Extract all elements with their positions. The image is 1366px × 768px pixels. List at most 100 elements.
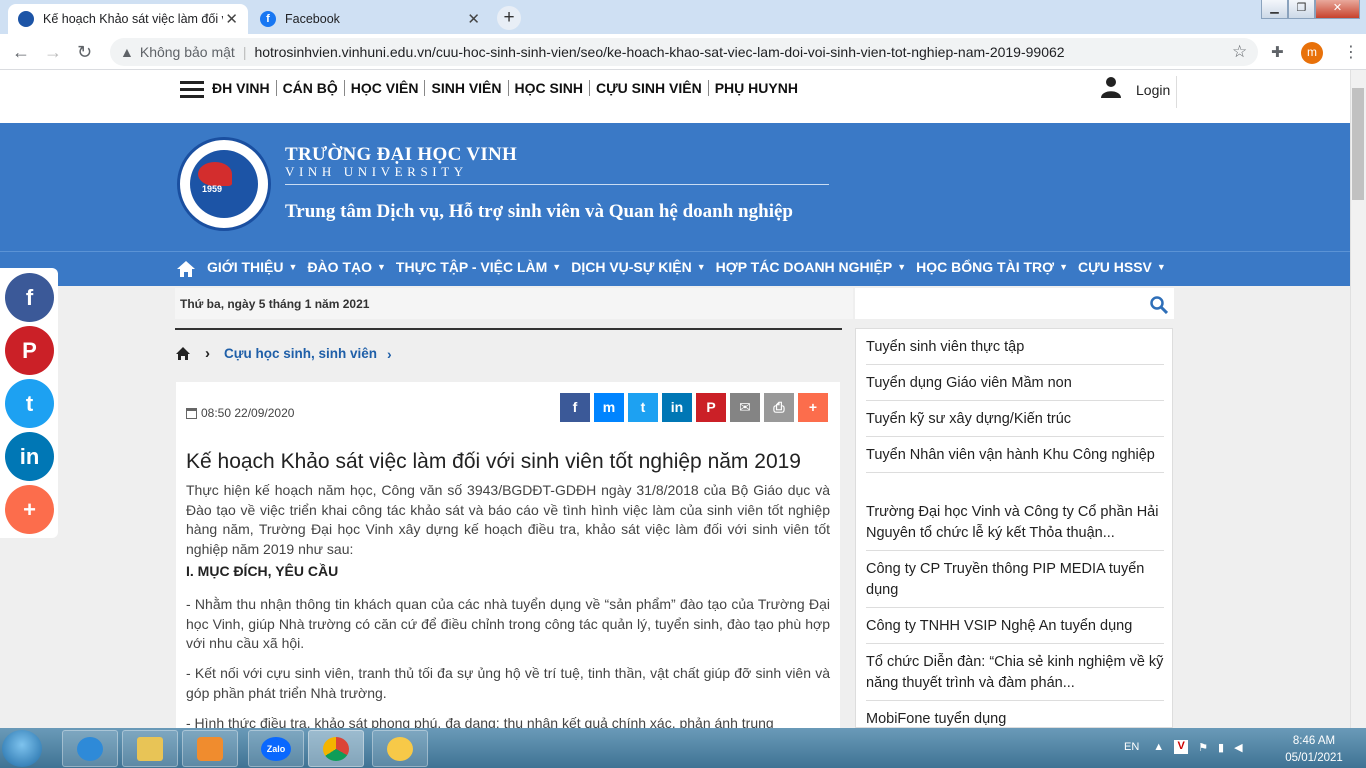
print-icon[interactable]: ⎙ — [764, 393, 794, 422]
taskbar-app-chrome[interactable] — [308, 730, 364, 767]
sidebar-link[interactable]: Tổ chức Diễn đàn: “Chia sẻ kinh nghiệm v… — [866, 652, 1164, 701]
facebook-icon[interactable]: f — [560, 393, 590, 422]
browser-toolbar: ← → ↻ ▲ Không bảo mật | hotrosinhvien.vi… — [0, 34, 1366, 70]
main-menu-item[interactable]: HỌC BỔNG TÀI TRỢ ▼ — [916, 259, 1068, 275]
email-icon[interactable]: ✉ — [730, 393, 760, 422]
url-text: hotrosinhvien.vinhuni.edu.vn/cuu-hoc-sin… — [254, 44, 1065, 60]
bookmark-star-icon[interactable]: ☆ — [1232, 42, 1247, 62]
university-name: TRƯỜNG ĐẠI HỌC VINH — [285, 144, 518, 165]
main-menu-item[interactable]: GIỚI THIỆU ▼ — [207, 259, 297, 275]
site-favicon-icon — [18, 11, 34, 27]
back-icon[interactable]: ← — [12, 42, 30, 63]
top-menu-item[interactable]: ĐH VINH — [212, 80, 277, 96]
main-menu-item[interactable]: HỢP TÁC DOANH NGHIỆP ▼ — [716, 259, 907, 275]
taskbar-app[interactable] — [372, 730, 428, 767]
show-hidden-icons-icon[interactable]: ▲ — [1153, 741, 1164, 753]
linkedin-icon[interactable]: in — [5, 432, 54, 481]
more-icon[interactable]: + — [5, 485, 54, 534]
pinterest-icon[interactable]: P — [5, 326, 54, 375]
divider — [285, 184, 829, 185]
linkedin-icon[interactable]: in — [662, 393, 692, 422]
network-icon[interactable]: ▮ — [1218, 741, 1224, 754]
top-menu-item[interactable]: SINH VIÊN — [425, 80, 509, 96]
sidebar-link[interactable]: Tuyển Nhân viên vận hành Khu Công nghiệp — [866, 445, 1164, 473]
extensions-icon[interactable]: ✚ — [1271, 43, 1284, 61]
menu-icon[interactable]: ⋮ — [1343, 42, 1359, 62]
language-indicator[interactable]: EN — [1124, 741, 1139, 753]
top-menu-item[interactable]: HỌC VIÊN — [345, 80, 426, 96]
tab-facebook[interactable]: f Facebook ✕ — [250, 4, 490, 34]
start-button[interactable] — [2, 730, 42, 767]
sidebar-link[interactable]: Tuyển dụng Giáo viên Mầm non — [866, 373, 1164, 401]
main-menu-item[interactable]: DỊCH VỤ-SỰ KIỆN ▼ — [571, 259, 705, 275]
address-bar[interactable]: ▲ Không bảo mật | hotrosinhvien.vinhuni.… — [110, 38, 1258, 66]
user-icon[interactable] — [1100, 76, 1122, 98]
taskbar-app-explorer[interactable] — [122, 730, 178, 767]
sidebar-link[interactable]: Trường Đại học Vinh và Công ty Cổ phần H… — [866, 502, 1164, 551]
internet-explorer-icon — [77, 737, 103, 761]
reload-icon[interactable]: ↻ — [77, 42, 92, 63]
article-title: Kế hoạch Khảo sát việc làm đối với sinh … — [186, 450, 801, 473]
facebook-favicon-icon: f — [260, 11, 276, 27]
top-menu-item[interactable]: HỌC SINH — [509, 80, 590, 96]
messenger-icon[interactable]: m — [594, 393, 624, 422]
search-input[interactable] — [855, 288, 1174, 319]
taskbar-app-media[interactable] — [182, 730, 238, 767]
home-icon[interactable] — [175, 346, 191, 361]
calendar-icon — [186, 407, 197, 419]
top-menu-item[interactable]: CÁN BỘ — [277, 80, 345, 96]
close-tab-icon[interactable]: ✕ — [467, 10, 480, 28]
date-text: Thứ ba, ngày 5 tháng 1 năm 2021 — [175, 288, 853, 319]
top-menu: ĐH VINH CÁN BỘ HỌC VIÊN SINH VIÊN HỌC SI… — [212, 80, 804, 96]
minimize-button[interactable]: ▁ — [1261, 0, 1288, 19]
chevron-down-icon: ▼ — [1059, 262, 1069, 272]
taskbar-app-zalo[interactable]: Zalo — [248, 730, 304, 767]
sidebar-link[interactable]: Tuyển kỹ sư xây dựng/Kiến trúc — [866, 409, 1164, 437]
profile-avatar[interactable]: m — [1301, 42, 1323, 64]
more-icon[interactable]: + — [798, 393, 828, 422]
top-menu-item[interactable]: PHỤ HUYNH — [709, 80, 804, 96]
divider: | — [242, 44, 247, 60]
close-tab-icon[interactable]: ✕ — [225, 10, 238, 28]
system-clock[interactable]: 8:46 AM 05/01/2021 — [1282, 733, 1346, 767]
twitter-icon[interactable]: t — [5, 379, 54, 428]
clock-time: 8:46 AM — [1292, 735, 1336, 747]
scrollbar-thumb[interactable] — [1352, 88, 1364, 200]
breadcrumb-link[interactable]: Cựu học sinh, sinh viên — [224, 346, 377, 361]
login-link[interactable]: Login — [1136, 82, 1170, 98]
article-meta: 08:50 22/09/2020 — [186, 406, 294, 420]
university-logo[interactable]: 1959 — [177, 137, 271, 231]
maximize-button[interactable]: ❐ — [1288, 0, 1315, 19]
forward-icon[interactable]: → — [44, 42, 62, 63]
main-menu-item[interactable]: THỰC TẬP - VIỆC LÀM ▼ — [396, 259, 561, 275]
search-icon[interactable] — [1150, 296, 1168, 314]
sidebar-link[interactable]: Công ty CP Truyền thông PIP MEDIA tuyển … — [866, 559, 1164, 608]
tab-title: Kế hoạch Khảo sát việc làm đối v — [43, 12, 223, 26]
media-player-icon — [197, 737, 223, 761]
app-icon — [387, 737, 413, 761]
facebook-icon[interactable]: f — [5, 273, 54, 322]
file-explorer-icon — [137, 737, 163, 761]
top-menu-item[interactable]: CỰU SINH VIÊN — [590, 80, 709, 96]
article-paragraph: - Hình thức điều tra, khảo sát phong phú… — [186, 715, 774, 728]
sidebar-link[interactable]: MobiFone tuyển dụng — [866, 709, 1164, 728]
sidebar-link[interactable]: Công ty TNHH VSIP Nghệ An tuyển dụng — [866, 616, 1164, 644]
close-window-button[interactable]: ✕ — [1315, 0, 1360, 19]
chevron-down-icon: ▼ — [552, 262, 562, 272]
sidebar-link[interactable]: Tuyển sinh viên thực tập — [866, 337, 1164, 365]
volume-icon[interactable]: ◀ — [1234, 741, 1242, 754]
hamburger-menu-icon[interactable] — [180, 81, 204, 99]
tab-active[interactable]: Kế hoạch Khảo sát việc làm đối v ✕ — [8, 4, 248, 34]
tab-title: Facebook — [285, 12, 340, 26]
taskbar-app-ie[interactable] — [62, 730, 118, 767]
unikey-icon[interactable]: V — [1174, 740, 1189, 754]
flag-icon[interactable]: ⚑ — [1198, 741, 1208, 754]
system-tray: EN ▲ V ⚑ ▮ ◀ — [1124, 740, 1243, 754]
new-tab-button[interactable]: + — [497, 6, 521, 30]
home-icon[interactable] — [176, 260, 196, 278]
pinterest-icon[interactable]: P — [696, 393, 726, 422]
twitter-icon[interactable]: t — [628, 393, 658, 422]
main-menu-item[interactable]: ĐÀO TẠO ▼ — [307, 259, 385, 275]
main-menu-item[interactable]: CỰU HSSV ▼ — [1078, 259, 1166, 275]
logo-year: 1959 — [202, 184, 223, 194]
